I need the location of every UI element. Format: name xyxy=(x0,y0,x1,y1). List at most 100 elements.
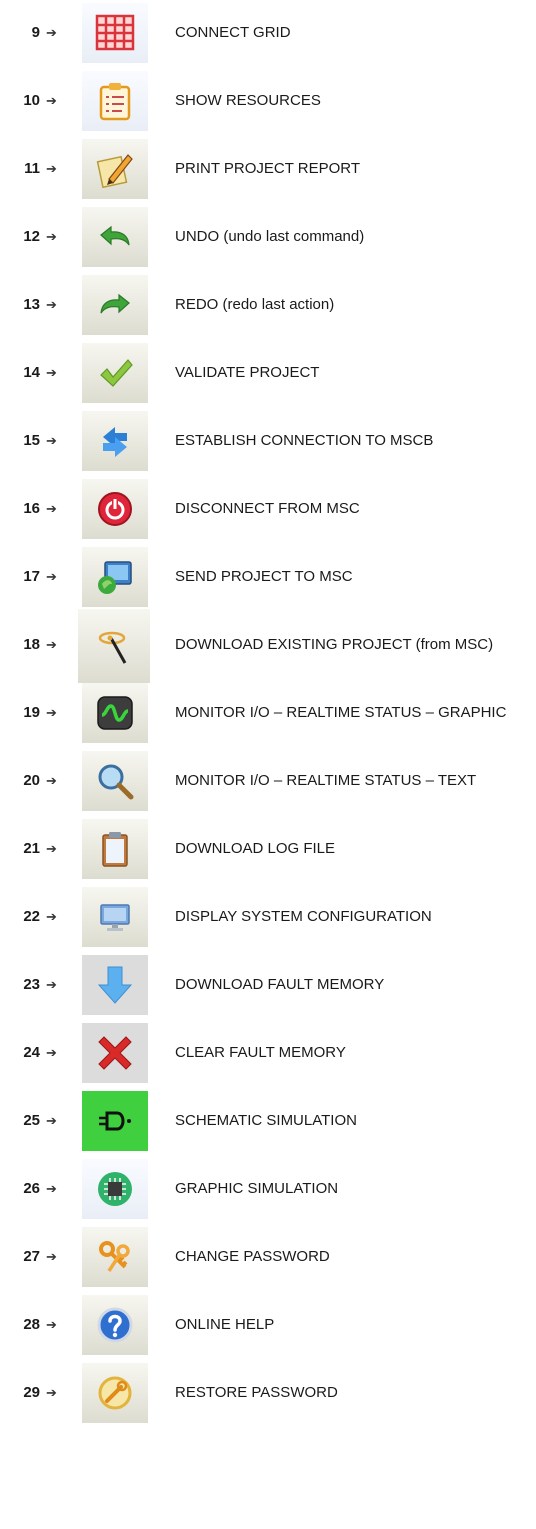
list-item: 20 ➔ MONITOR I/O – REALTIME STATUS – TEX… xyxy=(0,751,536,811)
item-label: CHANGE PASSWORD xyxy=(175,1248,330,1265)
item-number: 9 xyxy=(31,24,40,41)
item-number: 26 xyxy=(23,1180,40,1197)
arrow-icon: ➔ xyxy=(46,1385,57,1400)
arrow-icon: ➔ xyxy=(46,705,57,720)
list-item: 17 ➔ SEND PROJECT TO MSC xyxy=(0,547,536,607)
keys-icon[interactable] xyxy=(82,1227,148,1287)
list-item: 16 ➔ DISCONNECT FROM MSC xyxy=(0,479,536,539)
item-label: GRAPHIC SIMULATION xyxy=(175,1180,339,1197)
magnifier-icon[interactable] xyxy=(82,751,148,811)
arrow-icon: ➔ xyxy=(46,637,57,652)
list-item: 12 ➔ UNDO (undo last command) xyxy=(0,207,536,267)
list-item: 25 ➔ SCHEMATIC SIMULATION xyxy=(0,1091,536,1151)
redo-arrow-icon[interactable] xyxy=(82,275,148,335)
item-label: VALIDATE PROJECT xyxy=(175,364,320,381)
checkmark-icon[interactable] xyxy=(82,343,148,403)
arrow-icon: ➔ xyxy=(46,977,57,992)
item-number: 29 xyxy=(23,1384,40,1401)
item-label: REDO (redo last action) xyxy=(175,296,335,313)
magic-wand-icon[interactable] xyxy=(78,609,150,683)
connect-arrows-icon[interactable] xyxy=(82,411,148,471)
list-item: 9 ➔ CONNECT GRID xyxy=(0,3,536,63)
arrow-icon: ➔ xyxy=(46,1045,57,1060)
item-label: DOWNLOAD EXISTING PROJECT (from MSC) xyxy=(175,636,494,653)
item-label: SHOW RESOURCES xyxy=(175,92,321,109)
undo-arrow-icon[interactable] xyxy=(82,207,148,267)
report-pencil-icon[interactable] xyxy=(82,139,148,199)
list-item: 27 ➔ CHANGE PASSWORD xyxy=(0,1227,536,1287)
item-number: 19 xyxy=(23,704,40,721)
item-label: SCHEMATIC SIMULATION xyxy=(175,1112,357,1129)
item-label: DOWNLOAD LOG FILE xyxy=(175,840,336,857)
item-number: 13 xyxy=(23,296,40,313)
arrow-icon: ➔ xyxy=(46,1113,57,1128)
item-number: 23 xyxy=(23,976,40,993)
list-item: 23 ➔ DOWNLOAD FAULT MEMORY xyxy=(0,955,536,1015)
item-label: ESTABLISH CONNECTION TO MSCB xyxy=(175,432,434,449)
help-question-icon[interactable] xyxy=(82,1295,148,1355)
arrow-icon: ➔ xyxy=(46,1181,57,1196)
item-number: 27 xyxy=(23,1248,40,1265)
item-number: 20 xyxy=(23,772,40,789)
item-label: DISCONNECT FROM MSC xyxy=(175,500,360,517)
list-item: 26 ➔ GRAPHIC SIMULATION xyxy=(0,1159,536,1219)
arrow-icon: ➔ xyxy=(46,569,57,584)
item-label: MONITOR I/O – REALTIME STATUS – TEXT xyxy=(175,772,477,789)
list-item: 29 ➔ RESTORE PASSWORD xyxy=(0,1363,536,1423)
power-off-icon[interactable] xyxy=(82,479,148,539)
arrow-icon: ➔ xyxy=(46,433,57,448)
waveform-monitor-icon[interactable] xyxy=(82,683,148,743)
arrow-icon: ➔ xyxy=(46,25,57,40)
down-arrow-icon[interactable] xyxy=(82,955,148,1015)
arrow-icon: ➔ xyxy=(46,229,57,244)
list-item: 21 ➔ DOWNLOAD LOG FILE xyxy=(0,819,536,879)
arrow-icon: ➔ xyxy=(46,93,57,108)
item-label: UNDO (undo last command) xyxy=(175,228,365,245)
item-label: RESTORE PASSWORD xyxy=(175,1384,338,1401)
grid-icon[interactable] xyxy=(82,3,148,63)
arrow-icon: ➔ xyxy=(46,773,57,788)
list-item: 14 ➔ VALIDATE PROJECT xyxy=(0,343,536,403)
item-label: CLEAR FAULT MEMORY xyxy=(175,1044,346,1061)
list-item: 24 ➔ CLEAR FAULT MEMORY xyxy=(0,1023,536,1083)
item-number: 25 xyxy=(23,1112,40,1129)
item-number: 11 xyxy=(24,160,40,177)
list-item: 19 ➔ MONITOR I/O – REALTIME STATUS – GRA… xyxy=(0,683,536,743)
restore-password-icon[interactable] xyxy=(82,1363,148,1423)
item-number: 21 xyxy=(23,840,40,857)
item-number: 18 xyxy=(23,636,40,653)
list-item: 10 ➔ SHOW RESOURCES xyxy=(0,71,536,131)
item-label: PRINT PROJECT REPORT xyxy=(175,160,361,177)
list-item: 15 ➔ ESTABLISH CONNECTION TO MSCB xyxy=(0,411,536,471)
list-item: 22 ➔ DISPLAY SYSTEM CONFIGURATION xyxy=(0,887,536,947)
item-label: CONNECT GRID xyxy=(175,24,291,41)
item-number: 15 xyxy=(23,432,40,449)
list-item: 11 ➔ PRINT PROJECT REPORT xyxy=(0,139,536,199)
item-number: 10 xyxy=(23,92,40,109)
item-number: 16 xyxy=(23,500,40,517)
item-number: 24 xyxy=(23,1044,40,1061)
item-label: DISPLAY SYSTEM CONFIGURATION xyxy=(175,908,432,925)
arrow-icon: ➔ xyxy=(46,161,57,176)
chip-icon[interactable] xyxy=(82,1159,148,1219)
item-label: MONITOR I/O – REALTIME STATUS – GRAPHIC xyxy=(175,704,507,721)
list-item: 13 ➔ REDO (redo last action) xyxy=(0,275,536,335)
arrow-icon: ➔ xyxy=(46,365,57,380)
item-label: SEND PROJECT TO MSC xyxy=(175,568,353,585)
red-x-icon[interactable] xyxy=(82,1023,148,1083)
computer-monitor-icon[interactable] xyxy=(82,887,148,947)
send-monitor-icon[interactable] xyxy=(82,547,148,607)
item-number: 17 xyxy=(23,568,40,585)
item-number: 14 xyxy=(23,364,40,381)
clipboard-icon[interactable] xyxy=(82,819,148,879)
schematic-gate-icon[interactable] xyxy=(82,1091,148,1151)
item-number: 22 xyxy=(23,908,40,925)
item-number: 12 xyxy=(23,228,40,245)
arrow-icon: ➔ xyxy=(46,1249,57,1264)
arrow-icon: ➔ xyxy=(46,909,57,924)
item-number: 28 xyxy=(23,1316,40,1333)
arrow-icon: ➔ xyxy=(46,501,57,516)
resources-clipboard-icon[interactable] xyxy=(82,71,148,131)
arrow-icon: ➔ xyxy=(46,841,57,856)
list-item: 18 ➔ DOWNLOAD EXISTING PROJECT (from MSC… xyxy=(0,609,536,683)
